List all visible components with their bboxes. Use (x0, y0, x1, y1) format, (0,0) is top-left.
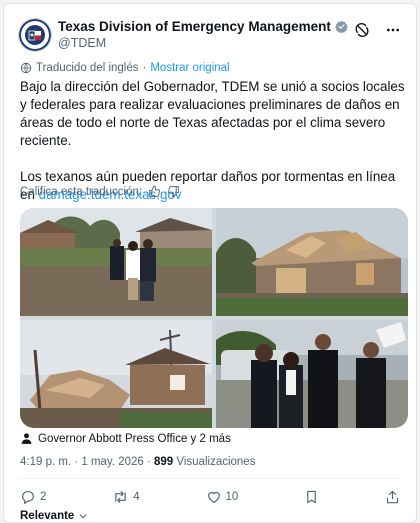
display-name[interactable]: Texas Division of Emergency Management (58, 19, 331, 34)
post-meta: 4:19 p. m. · 1 may. 2026 · 899 Visualiza… (20, 456, 255, 468)
photo-destroyed-building[interactable] (20, 320, 212, 428)
handle[interactable]: @TDEM (58, 36, 348, 50)
views-count: 899 (154, 456, 174, 468)
chevron-down-icon (79, 514, 87, 519)
photo-officials-document[interactable] (216, 320, 408, 428)
photo-officials-walking[interactable] (20, 208, 212, 316)
grok-icon[interactable] (354, 22, 370, 38)
thumbs-up-icon[interactable] (148, 185, 161, 198)
bookmark-icon (307, 490, 316, 504)
rate-translation-row: Califica esta traducción: (20, 185, 180, 198)
sort-label: Relevante (20, 510, 75, 522)
more-icon[interactable] (384, 22, 402, 38)
like-count: 10 (225, 491, 239, 503)
translated-label: Traducido del inglés (36, 62, 139, 74)
post-time[interactable]: 4:19 p. m. · 1 may. 2026 · (20, 456, 154, 468)
tdem-seal-icon (19, 19, 51, 51)
repost-count: 4 (133, 491, 140, 503)
translate-icon (20, 62, 32, 74)
repost-button[interactable]: 4 (112, 489, 140, 505)
person-icon (21, 433, 32, 444)
views-label: Visualizaciones (173, 456, 256, 468)
translation-notice: Traducido del inglés · Mostrar original (20, 62, 230, 74)
media-grid (20, 208, 408, 428)
reply-count: 2 (40, 491, 47, 503)
reply-button[interactable]: 2 (20, 489, 46, 505)
action-bar: 2 4 10 (20, 488, 400, 506)
reply-icon (22, 491, 34, 504)
post-header: Texas Division of Emergency Management @… (18, 18, 402, 58)
post-card: Texas Division of Emergency Management @… (3, 3, 417, 523)
show-original-link[interactable]: Mostrar original (150, 62, 229, 74)
author-block: Texas Division of Emergency Management @… (58, 19, 348, 50)
share-icon (386, 490, 399, 504)
like-button[interactable]: 10 (206, 489, 239, 505)
rate-translation-label: Califica esta traducción: (20, 185, 143, 198)
verified-badge-icon (335, 20, 348, 33)
thumbs-down-icon[interactable] (167, 185, 180, 198)
share-button[interactable] (385, 489, 400, 505)
header-actions (354, 22, 402, 38)
like-icon (207, 491, 220, 503)
post-paragraph-1: Bajo la dirección del Gobernador, TDEM s… (20, 79, 405, 148)
sort-relevance-dropdown[interactable]: Relevante (20, 510, 88, 522)
repost-icon (115, 491, 127, 503)
photo-damaged-roof[interactable] (216, 208, 408, 316)
credit-text: Governor Abbott Press Office y 2 más (38, 432, 231, 445)
avatar[interactable] (18, 18, 52, 52)
bookmark-button[interactable] (304, 489, 319, 505)
divider (20, 478, 400, 479)
photo-credit[interactable]: Governor Abbott Press Office y 2 más (20, 432, 231, 445)
